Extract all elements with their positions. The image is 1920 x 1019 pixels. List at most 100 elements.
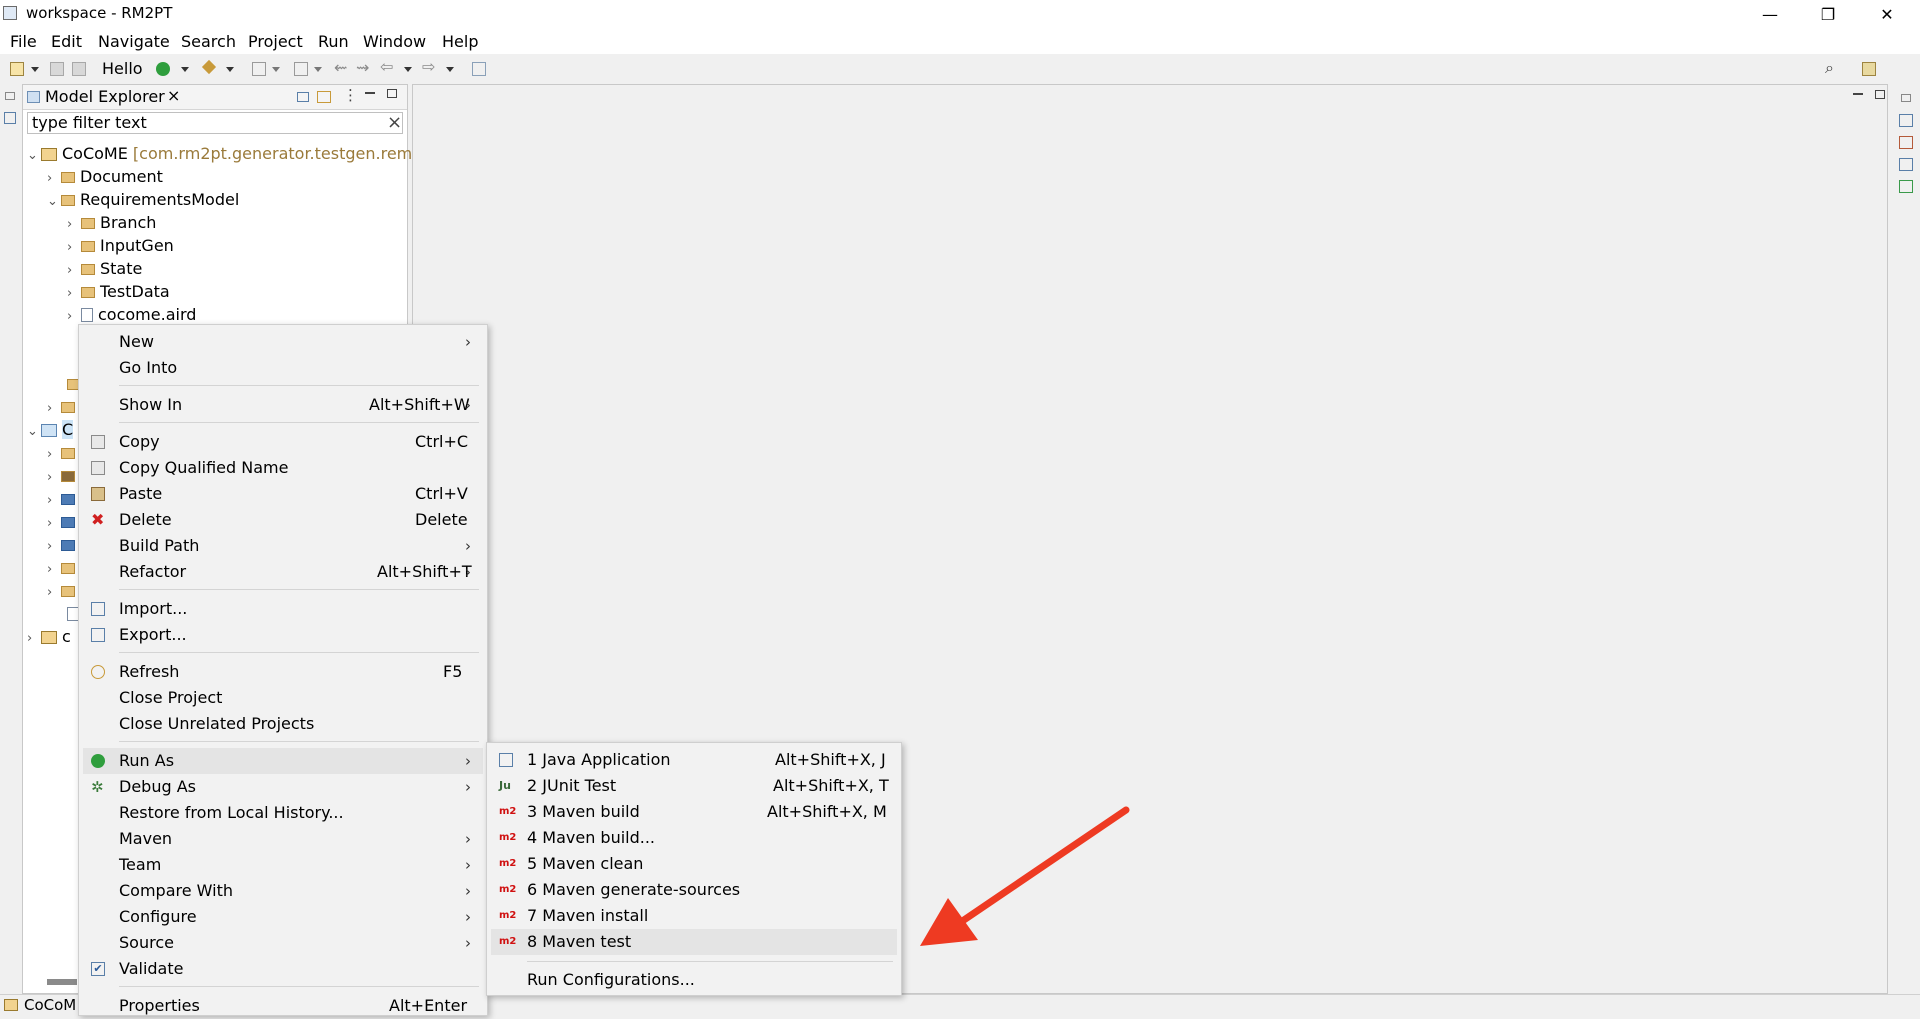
save-all-icon[interactable] (72, 62, 86, 76)
minimize-view-icon[interactable] (365, 92, 375, 94)
explorer-close-icon[interactable]: × (167, 86, 180, 105)
progress-view-icon[interactable] (1899, 180, 1913, 193)
new-icon[interactable] (10, 62, 24, 76)
run-as-maven-build[interactable]: m2 3 Maven build Alt+Shift+X, M (491, 799, 897, 825)
chevron-right-icon[interactable]: › (47, 512, 61, 535)
menu-item-close-unrelated-projects[interactable]: Close Unrelated Projects (83, 711, 483, 737)
tree-item-hidden[interactable]: › (47, 441, 80, 464)
back-icon[interactable]: ⇦ (380, 57, 393, 76)
restore-view-icon[interactable] (5, 92, 15, 100)
menu-navigate[interactable]: Navigate (98, 32, 170, 51)
run-as-maven-test[interactable]: m2 8 Maven test (491, 929, 897, 955)
menu-window[interactable]: Window (363, 32, 426, 51)
chevron-down-icon[interactable]: ⌄ (47, 190, 61, 213)
menu-item-compare-with[interactable]: Compare With › (83, 878, 483, 904)
chevron-right-icon[interactable]: › (67, 213, 81, 236)
tree-item-hidden[interactable]: › (47, 556, 80, 579)
chevron-right-icon[interactable]: › (47, 535, 61, 558)
tree-project-selected[interactable]: ⌄ C (27, 418, 74, 443)
menu-search[interactable]: Search (181, 32, 236, 51)
chevron-right-icon[interactable]: › (47, 581, 61, 604)
model-explorer-tab[interactable]: Model Explorer × ⋮ (23, 85, 407, 110)
run-as-maven-generate-sources[interactable]: m2 6 Maven generate-sources (491, 877, 897, 903)
menu-item-paste[interactable]: Paste Ctrl+V (83, 481, 483, 507)
tree-item-requirementsmodel[interactable]: ⌄ RequirementsModel (47, 188, 239, 211)
new-dropdown-icon[interactable] (31, 67, 39, 72)
chevron-right-icon[interactable]: › (47, 489, 61, 512)
tree-item-document[interactable]: › Document (47, 165, 163, 188)
tree-item-hidden[interactable]: › (47, 579, 80, 602)
menu-item-properties[interactable]: Properties Alt+Enter (83, 993, 483, 1019)
external-tools-dropdown-icon[interactable] (226, 67, 234, 72)
horizontal-scrollbar[interactable] (47, 979, 77, 985)
tree-project-other[interactable]: › c (27, 625, 71, 648)
chevron-right-icon[interactable]: › (47, 167, 61, 190)
forward-dropdown-icon[interactable] (446, 67, 454, 72)
run-icon[interactable] (156, 62, 170, 76)
restore-button[interactable]: ❐ (1803, 0, 1853, 28)
tree-item-testdata[interactable]: › TestData (67, 280, 170, 303)
maximize-editor-icon[interactable] (1875, 90, 1885, 99)
run-dropdown-icon[interactable] (181, 67, 189, 72)
restore-view-icon[interactable] (1901, 94, 1911, 102)
tree-project-cocome[interactable]: ⌄ CoCoME [com.rm2pt.generator.testgen.rem… (27, 142, 422, 165)
tree-item-hidden[interactable]: › (47, 395, 80, 418)
run-as-maven-install[interactable]: m2 7 Maven install (491, 903, 897, 929)
close-button[interactable]: ✕ (1862, 0, 1912, 28)
menu-item-delete[interactable]: ✖ Delete Delete (83, 507, 483, 533)
run-as-junit-test[interactable]: Ju 2 JUnit Test Alt+Shift+X, T (491, 773, 897, 799)
filter-input[interactable]: type filter text (27, 112, 403, 134)
prev-annotation-dropdown-icon[interactable] (314, 67, 322, 72)
next-annotation-icon[interactable] (252, 62, 266, 76)
menu-item-team[interactable]: Team › (83, 852, 483, 878)
clear-filter-icon[interactable]: × (387, 112, 402, 133)
search-icon[interactable]: ⌕ (1825, 58, 1834, 78)
run-as-java-application[interactable]: 1 Java Application Alt+Shift+X, J (491, 747, 897, 773)
menu-item-build-path[interactable]: Build Path › (83, 533, 483, 559)
menu-item-close-project[interactable]: Close Project (83, 685, 483, 711)
pin-editor-icon[interactable] (472, 62, 486, 76)
external-tools-icon[interactable] (201, 59, 217, 75)
problems-view-icon[interactable] (1899, 136, 1913, 149)
open-perspective-icon[interactable] (1862, 62, 1876, 76)
menu-item-import[interactable]: Import... (83, 596, 483, 622)
outline-view-icon[interactable] (4, 112, 16, 124)
next-edit-icon[interactable]: ⇝ (356, 58, 369, 77)
menu-edit[interactable]: Edit (51, 32, 82, 51)
tree-item-branch[interactable]: › Branch (67, 211, 156, 234)
run-as-run-configurations[interactable]: Run Configurations... (491, 967, 897, 993)
chevron-down-icon[interactable]: ⌄ (27, 420, 41, 443)
save-icon[interactable] (50, 62, 64, 76)
menu-item-configure[interactable]: Configure › (83, 904, 483, 930)
console-view-icon[interactable] (1899, 158, 1913, 171)
tree-item-state[interactable]: › State (67, 257, 142, 280)
chevron-right-icon[interactable]: › (67, 236, 81, 259)
last-edit-icon[interactable]: ⇜ (334, 58, 347, 77)
chevron-right-icon[interactable]: › (67, 282, 81, 305)
menu-item-debug-as[interactable]: ✲ Debug As › (83, 774, 483, 800)
chevron-right-icon[interactable]: › (47, 443, 61, 466)
tree-item-cocome-aird[interactable]: › cocome.aird (67, 303, 196, 326)
menu-item-refactor[interactable]: Refactor Alt+Shift+T › (83, 559, 483, 585)
tree-item-hidden[interactable]: › (47, 510, 80, 533)
menu-item-new[interactable]: New › (83, 329, 483, 355)
forward-icon[interactable]: ⇨ (422, 57, 435, 76)
link-editor-icon[interactable] (317, 91, 331, 103)
run-as-maven-build-dialog[interactable]: m2 4 Maven build... (491, 825, 897, 851)
menu-item-copy-qualified-name[interactable]: Copy Qualified Name (83, 455, 483, 481)
properties-view-icon[interactable] (1899, 114, 1913, 127)
menu-item-show-in[interactable]: Show In Alt+Shift+W › (83, 392, 483, 418)
tree-item-hidden[interactable]: › (47, 464, 80, 487)
maximize-view-icon[interactable] (387, 89, 397, 98)
minimize-editor-icon[interactable] (1853, 93, 1863, 95)
back-dropdown-icon[interactable] (404, 67, 412, 72)
menu-run[interactable]: Run (318, 32, 349, 51)
menu-item-maven[interactable]: Maven › (83, 826, 483, 852)
hello-button[interactable]: Hello (102, 59, 143, 78)
menu-item-source[interactable]: Source › (83, 930, 483, 956)
menu-help[interactable]: Help (442, 32, 478, 51)
chevron-right-icon[interactable]: › (47, 558, 61, 581)
chevron-right-icon[interactable]: › (47, 466, 61, 489)
next-annotation-dropdown-icon[interactable] (272, 67, 280, 72)
prev-annotation-icon[interactable] (294, 62, 308, 76)
